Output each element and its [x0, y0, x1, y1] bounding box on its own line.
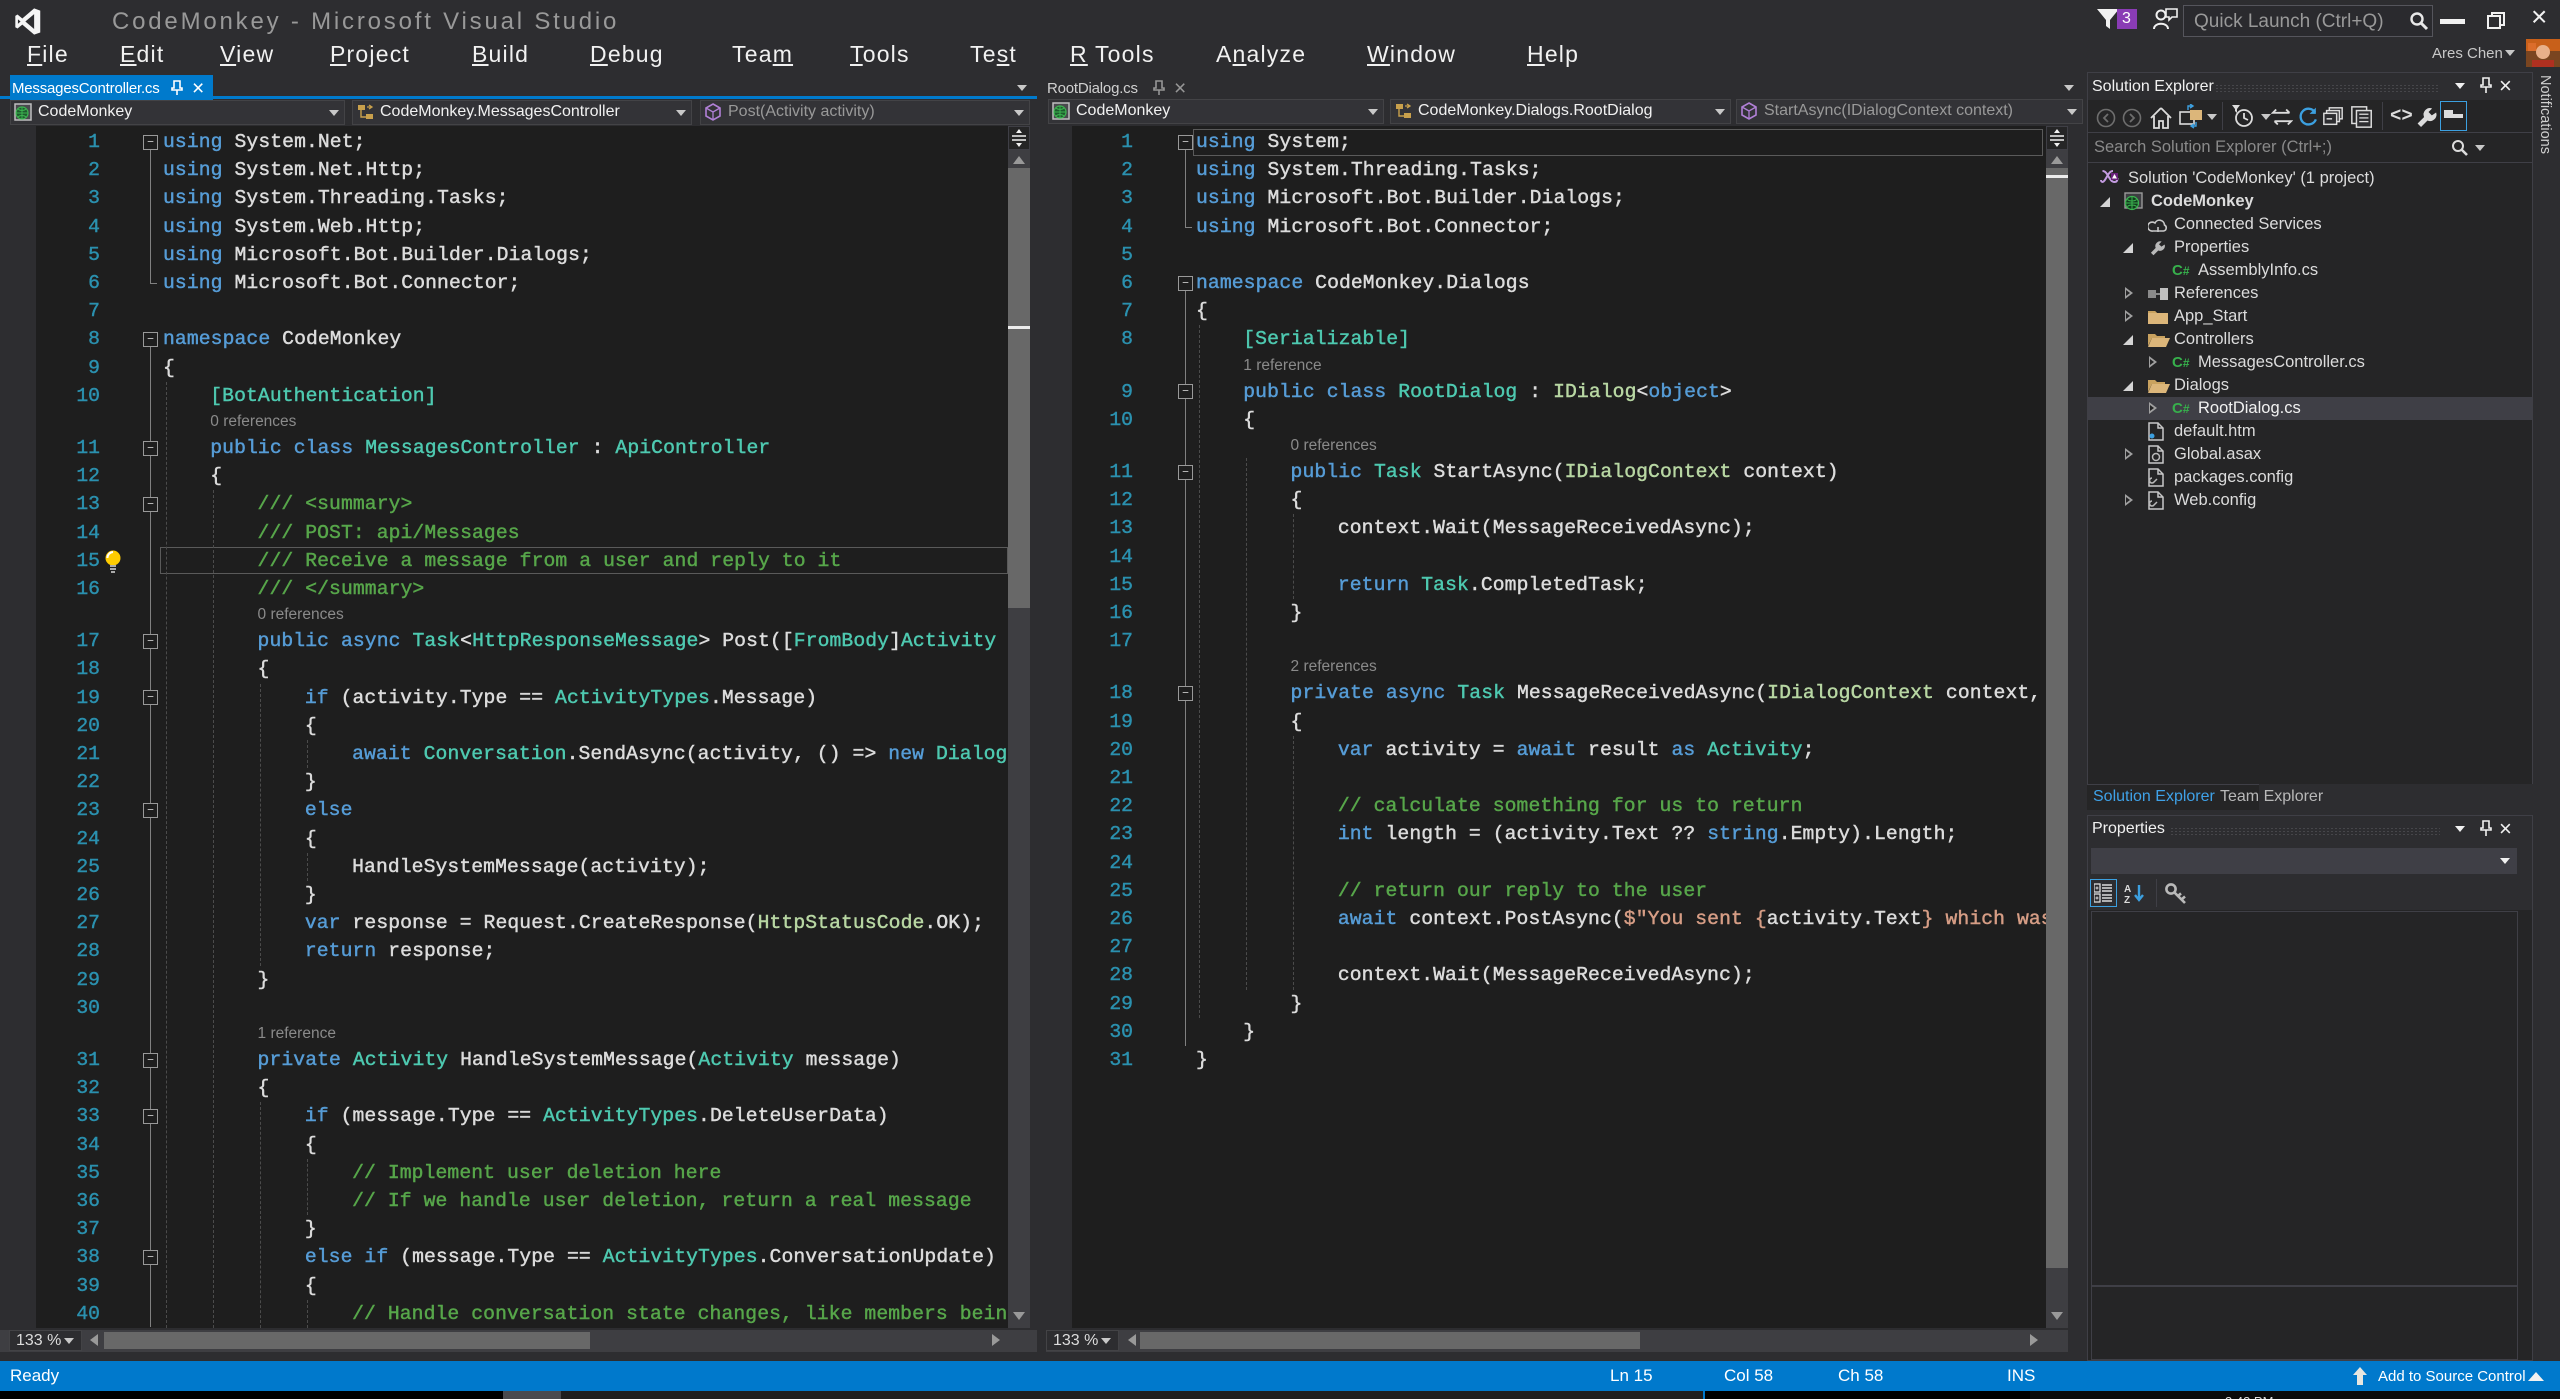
svg-text:Z: Z — [2124, 895, 2130, 904]
svg-text:A: A — [2124, 884, 2131, 895]
